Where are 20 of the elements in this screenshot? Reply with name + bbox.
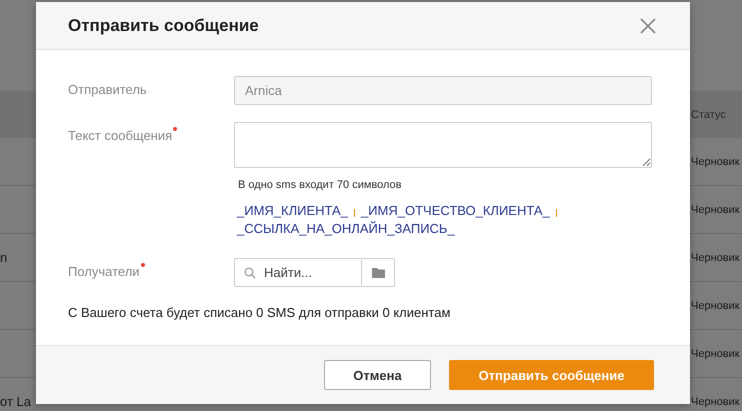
column-header: Статус [691, 108, 727, 120]
status-cell-text: Черновик [691, 252, 741, 264]
summary-text: С Вашего счета будет списано 0 SMS для отправки 0 клиентам [68, 305, 452, 320]
status-cell-text: Черновик [691, 300, 741, 312]
status-cell-text: Черновик [691, 204, 741, 216]
search-field[interactable]: Найти... [234, 258, 362, 287]
status-cell-text: Черновик [691, 396, 741, 408]
dialog-title: Отправить сообщение [68, 16, 259, 36]
variable-link[interactable]: _ИМЯ_КЛИЕНТА_ [237, 203, 348, 218]
variable-link[interactable]: _ИМЯ_ОТЧЕСТВО_КЛИЕНТА_ [360, 203, 550, 218]
field-label: Текст сообщения [68, 122, 172, 236]
table-cell: от La [0, 394, 31, 409]
status-cell-text: Черновик [691, 156, 741, 168]
cancel-button[interactable]: Отмена [324, 360, 431, 390]
field-label: Получатели [68, 258, 140, 287]
status-cell-text: Черновик [691, 348, 741, 360]
variable-link[interactable]: _ССЫЛКА_НА_ОНЛАЙН_ЗАПИСЬ_ [237, 221, 455, 236]
hint-text: В одно sms входит 70 символов [238, 179, 403, 191]
table-cell: n [0, 250, 8, 265]
field-label: Отправитель [68, 81, 147, 99]
